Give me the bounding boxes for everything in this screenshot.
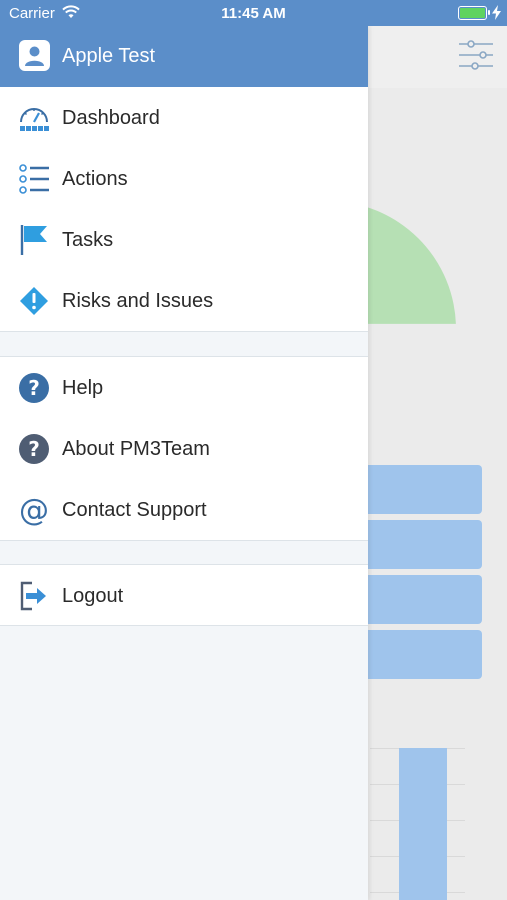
main-menu-group: Dashboard Actions Tasks Risks and Issues xyxy=(0,87,368,332)
battery-icon xyxy=(458,6,490,20)
background-column-chart xyxy=(370,748,465,900)
flag-icon xyxy=(20,225,47,255)
drawer-header[interactable]: Apple Test xyxy=(0,26,368,87)
dashboard-gauge-icon xyxy=(20,108,49,131)
svg-text:?: ? xyxy=(28,376,40,400)
background-column xyxy=(399,748,447,900)
support-menu-group: ? Help ? About PM3Team @ Contact Support xyxy=(0,356,368,541)
logout-icon xyxy=(20,581,46,611)
menu-item-label: Help xyxy=(62,377,104,399)
menu-item-label: Logout xyxy=(62,585,124,607)
menu-item-label: Tasks xyxy=(62,229,114,251)
menu-item-contact-support[interactable]: @ Contact Support xyxy=(0,479,368,540)
svg-text:?: ? xyxy=(28,437,40,461)
menu-item-risks-and-issues[interactable]: Risks and Issues xyxy=(0,270,368,331)
checklist-icon xyxy=(19,164,49,194)
menu-item-label: About PM3Team xyxy=(62,438,210,460)
menu-item-label: Actions xyxy=(62,168,128,190)
menu-item-label: Risks and Issues xyxy=(62,290,214,312)
menu-item-actions[interactable]: Actions xyxy=(0,148,368,209)
menu-item-logout[interactable]: Logout xyxy=(0,565,368,626)
clock: 11:45 AM xyxy=(221,5,286,22)
warning-diamond-icon xyxy=(20,287,48,315)
navigation-drawer: Apple Test Dashboard Actions Tasks Risks… xyxy=(0,26,368,900)
svg-text:@: @ xyxy=(19,494,49,526)
logout-menu-group: Logout xyxy=(0,564,368,626)
menu-item-label: Contact Support xyxy=(62,499,207,521)
help-icon: ? xyxy=(19,373,49,403)
charging-bolt-icon xyxy=(492,5,501,20)
filter-sliders-icon[interactable] xyxy=(458,40,494,70)
menu-item-label: Dashboard xyxy=(62,107,160,129)
user-icon xyxy=(19,40,50,71)
menu-item-tasks[interactable]: Tasks xyxy=(0,209,368,270)
at-sign-icon: @ xyxy=(19,494,49,526)
app-screen: Carrier 11:45 AM Apple Test Dashboard Ac… xyxy=(0,0,507,900)
about-question-icon: ? xyxy=(19,434,49,464)
account-name: Apple Test xyxy=(62,45,156,67)
menu-item-dashboard[interactable]: Dashboard xyxy=(0,87,368,148)
status-bar: Carrier 11:45 AM xyxy=(0,0,507,26)
menu-item-about[interactable]: ? About PM3Team xyxy=(0,418,368,479)
menu-item-help[interactable]: ? Help xyxy=(0,357,368,418)
